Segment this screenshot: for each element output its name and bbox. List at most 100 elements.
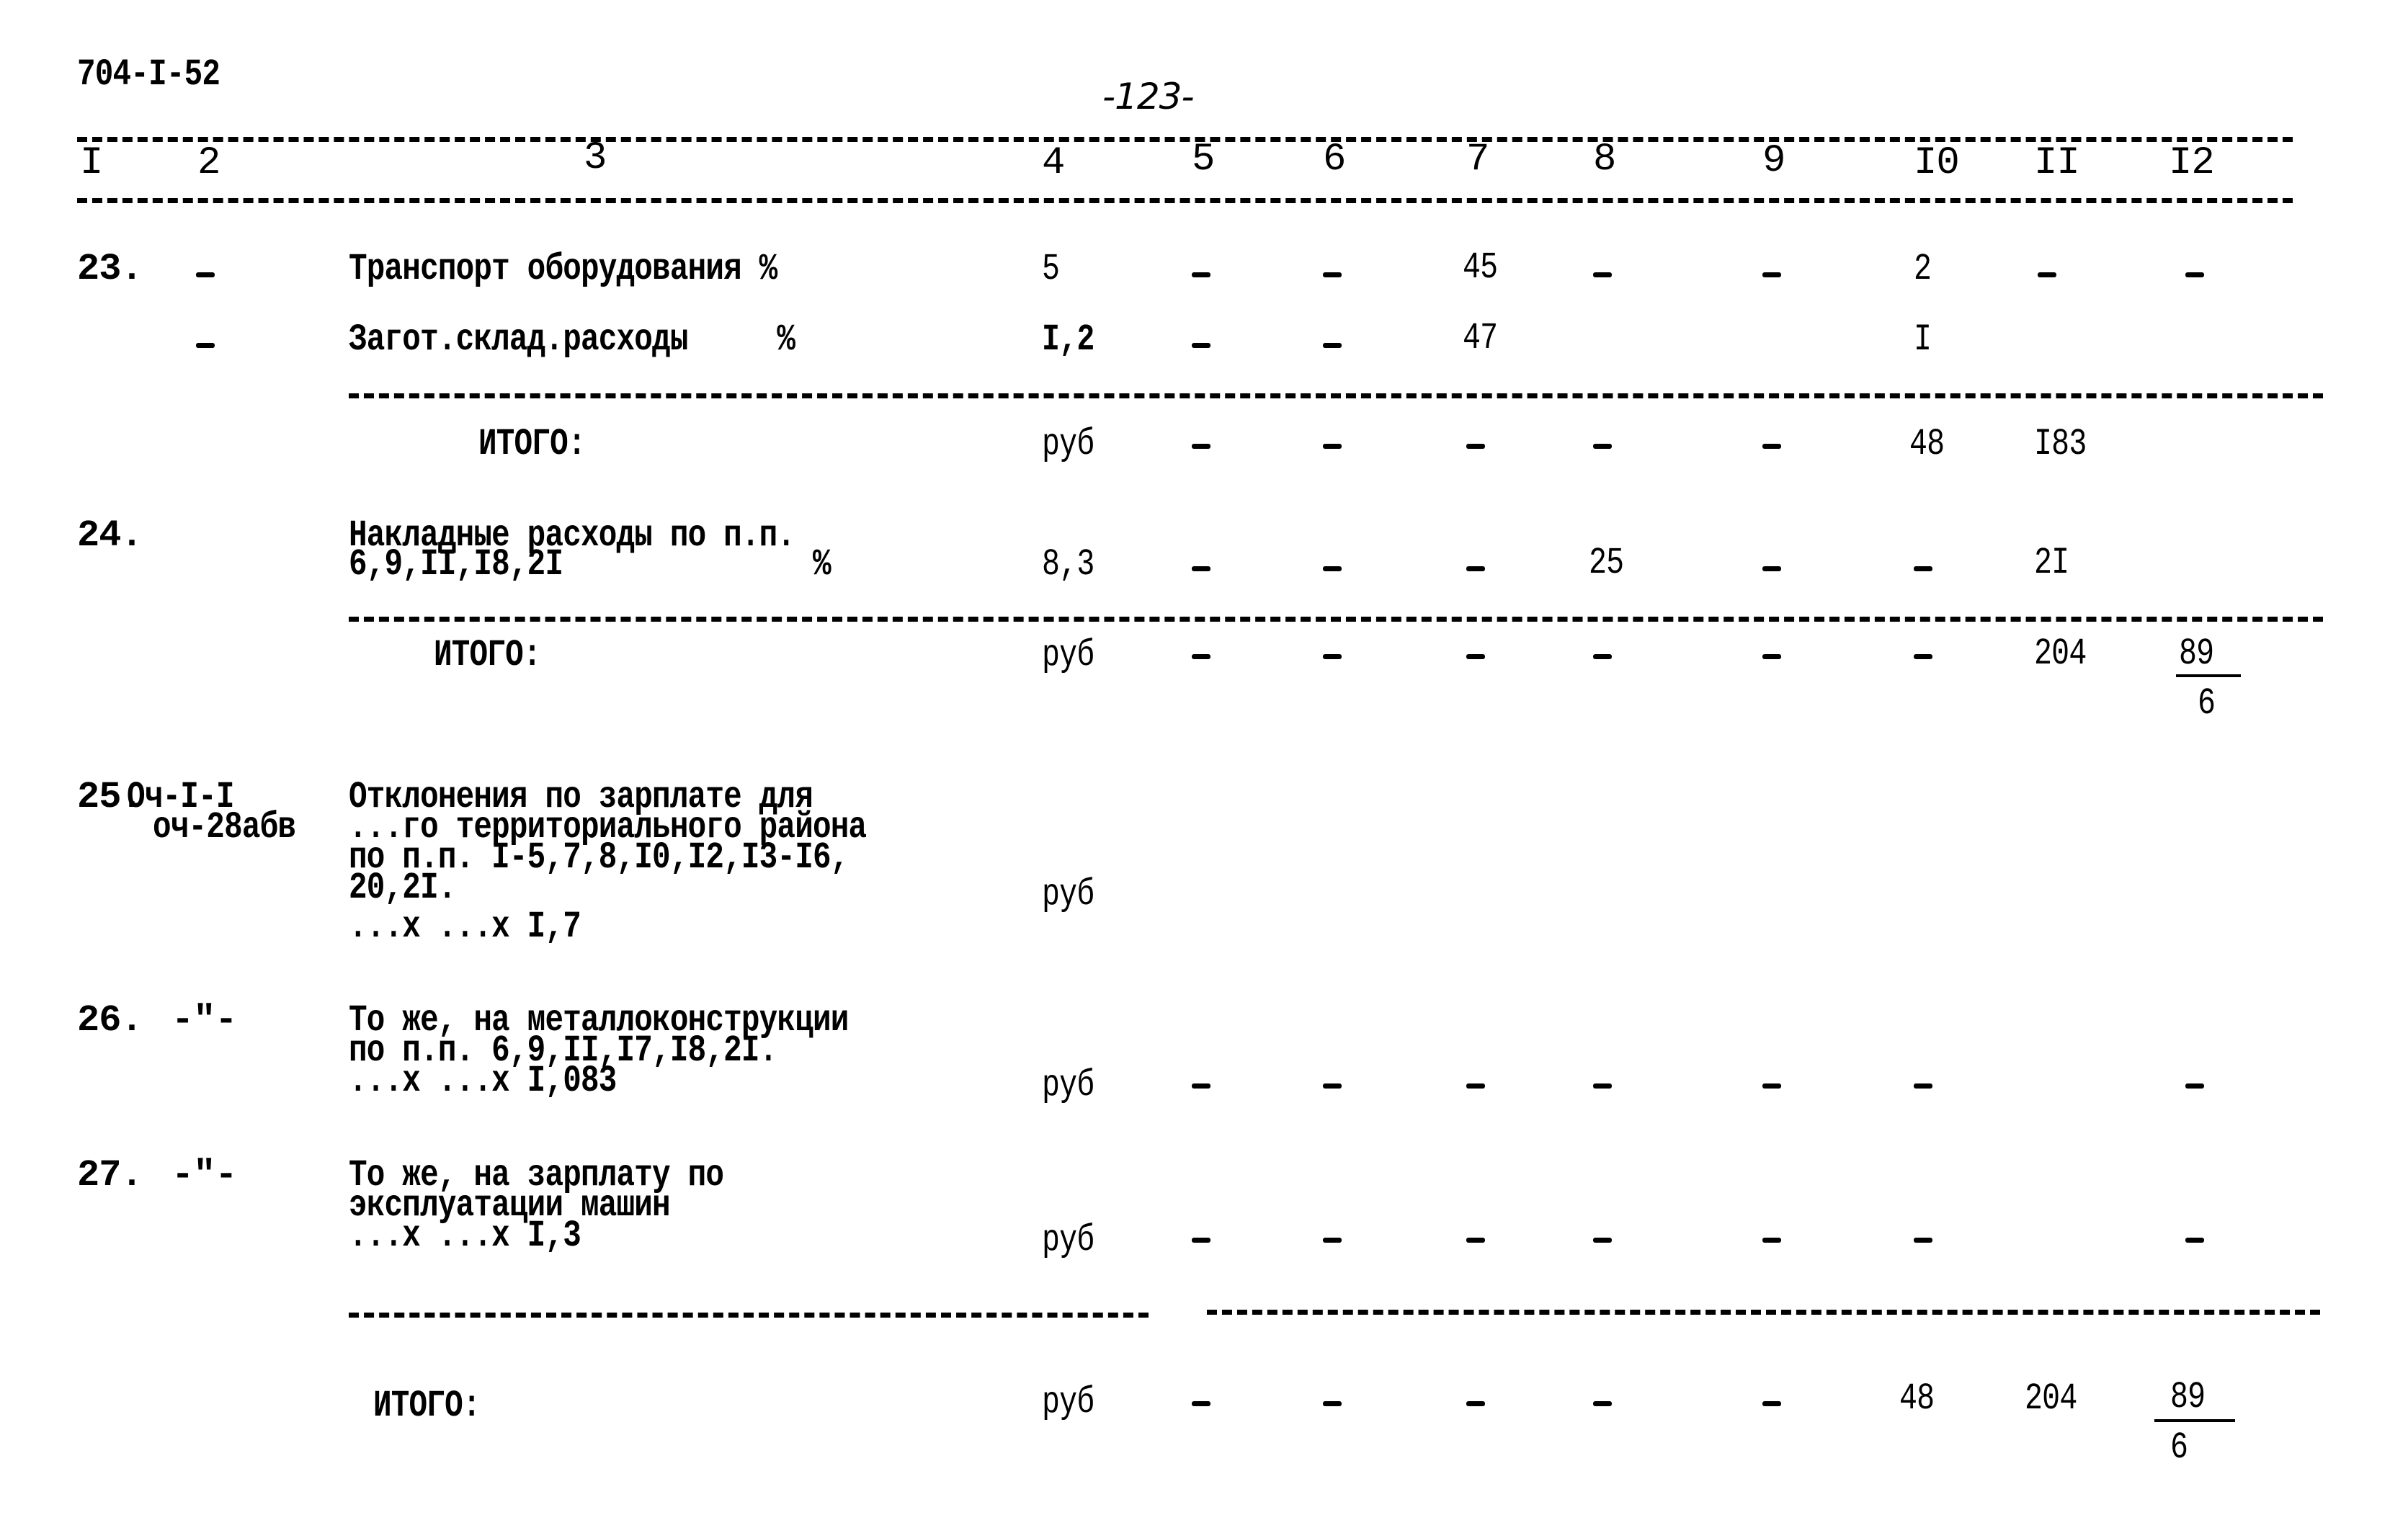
cell-col4-unit: руб [1042, 1219, 1094, 1261]
document-code: 704-I-52 [77, 53, 220, 96]
fraction-bar [2176, 674, 2241, 677]
cell-col8-dash [1593, 272, 1612, 277]
col-header-3: 3 [584, 136, 607, 180]
cell-col10-dash [1914, 1238, 1932, 1243]
cell-col7-dash [1466, 1238, 1485, 1243]
cell-col4-unit: руб [1042, 634, 1094, 676]
cell-col9-dash [1762, 272, 1781, 277]
cell-col6-dash [1323, 1238, 1342, 1243]
cell-col4: 8,3 [1042, 543, 1094, 586]
col-header-2: 2 [197, 141, 220, 185]
cell-col10-dash [1914, 1083, 1932, 1089]
row-description: Загот.склад.расходы % [349, 318, 795, 361]
cell-col11: I83 [2034, 423, 2087, 465]
cell-col7-dash [1466, 1401, 1485, 1406]
page-number: -123- [1102, 76, 1195, 117]
subtotal-rule-right [1207, 1310, 2320, 1315]
cell-col5-dash [1192, 1401, 1210, 1406]
cell-col9-dash [1762, 444, 1781, 449]
cell-col4: 5 [1042, 248, 1060, 290]
cell-col6-dash [1323, 343, 1342, 348]
cell-col12-dash [2185, 1083, 2204, 1089]
cell-col8-dash [1593, 654, 1612, 659]
cell-col8-dash [1593, 1083, 1612, 1089]
col-header-4: 4 [1042, 141, 1065, 185]
col-header-9: 9 [1762, 139, 1785, 183]
fraction-bar [2154, 1419, 2235, 1422]
cell-col9-dash [1762, 1083, 1781, 1089]
cell-col10: 2 [1914, 248, 1932, 290]
cell-col5-dash [1192, 1083, 1210, 1089]
cell-col9-dash [1762, 1238, 1781, 1243]
cell-col11: 2I [2034, 542, 2069, 584]
cell-col4-unit: руб [1042, 873, 1094, 916]
row-description-line: ...х ...х I,3 [349, 1215, 581, 1257]
cell-col5-dash [1192, 272, 1210, 277]
row-code-ditto: -"- [171, 999, 238, 1042]
row-code-ditto: -"- [171, 1154, 238, 1197]
cell-col10: 48 [1909, 423, 1945, 465]
col-header-6: 6 [1323, 138, 1346, 182]
total-label: ИТОГО: [434, 634, 541, 676]
row-number: 24. [77, 514, 143, 557]
cell-col8-dash [1593, 1238, 1612, 1243]
cell-col5-dash [1192, 1238, 1210, 1243]
fraction-numerator: 89 [2170, 1376, 2206, 1418]
header-top-rule [77, 137, 2293, 142]
fraction-numerator: 89 [2179, 633, 2214, 675]
cell-col10: I [1914, 318, 1932, 361]
col-header-8: 8 [1593, 138, 1616, 182]
cell-col5-dash [1192, 444, 1210, 449]
row-code-line: оч-28абв [153, 806, 296, 849]
cell-col4-unit: руб [1042, 423, 1094, 465]
cell-col8: 25 [1589, 542, 1624, 584]
col-header-11: II [2034, 141, 2080, 185]
cell-col12-dash [2185, 272, 2204, 277]
row-number: 23. [77, 248, 143, 290]
row-description-line: 6,9,II,I8,2I % [349, 543, 831, 586]
total-label: ИТОГО: [478, 423, 586, 465]
cell-col4: I,2 [1042, 318, 1094, 361]
col-header-12: I2 [2169, 141, 2215, 185]
cell-col7-dash [1466, 654, 1485, 659]
cell-col9-dash [1762, 654, 1781, 659]
cell-col6-dash [1323, 1401, 1342, 1406]
fraction-denominator: 6 [2170, 1426, 2188, 1469]
col-header-10: I0 [1914, 141, 1960, 185]
row-number: 27. [77, 1154, 143, 1197]
cell-col5-dash [1192, 343, 1210, 348]
col-header-5: 5 [1192, 138, 1215, 182]
cell-col7: 47 [1463, 317, 1498, 359]
row-description-line: ...х ...х I,7 [349, 906, 581, 948]
col-header-1: I [80, 141, 103, 185]
cell-col5-dash [1192, 566, 1210, 571]
header-bottom-rule [77, 198, 2293, 203]
subtotal-rule [349, 617, 2323, 622]
subtotal-rule [349, 393, 2323, 398]
cell-col10-dash [1914, 566, 1932, 571]
cell-col10-dash [1914, 654, 1932, 659]
cell-col4-unit: руб [1042, 1381, 1094, 1424]
cell-col7-dash [1466, 1083, 1485, 1089]
row-description-line: ...х ...х I,083 [349, 1060, 617, 1102]
cell-col6-dash [1323, 272, 1342, 277]
cell-col7-dash [1466, 444, 1485, 449]
cell-col11: 204 [2034, 633, 2087, 675]
cell-col8-dash [1593, 1401, 1612, 1406]
cell-col6-dash [1323, 1083, 1342, 1089]
row-description: Транспорт оборудования % [349, 248, 777, 290]
cell-col11-dash [2038, 272, 2056, 277]
cell-col7-dash [1466, 566, 1485, 571]
cell-col5-dash [1192, 654, 1210, 659]
cell-col6-dash [1323, 444, 1342, 449]
fraction-denominator: 6 [2198, 682, 2216, 725]
cell-col9-dash [1762, 1401, 1781, 1406]
cell-col6-dash [1323, 566, 1342, 571]
cell-col11: 204 [2025, 1377, 2077, 1420]
total-label: ИТОГО: [373, 1385, 481, 1427]
subtotal-rule-left [349, 1313, 1149, 1318]
row-code-dash [196, 272, 215, 277]
cell-col10: 48 [1899, 1377, 1935, 1420]
cell-col4-unit: руб [1042, 1064, 1094, 1107]
cell-col8-dash [1593, 444, 1612, 449]
